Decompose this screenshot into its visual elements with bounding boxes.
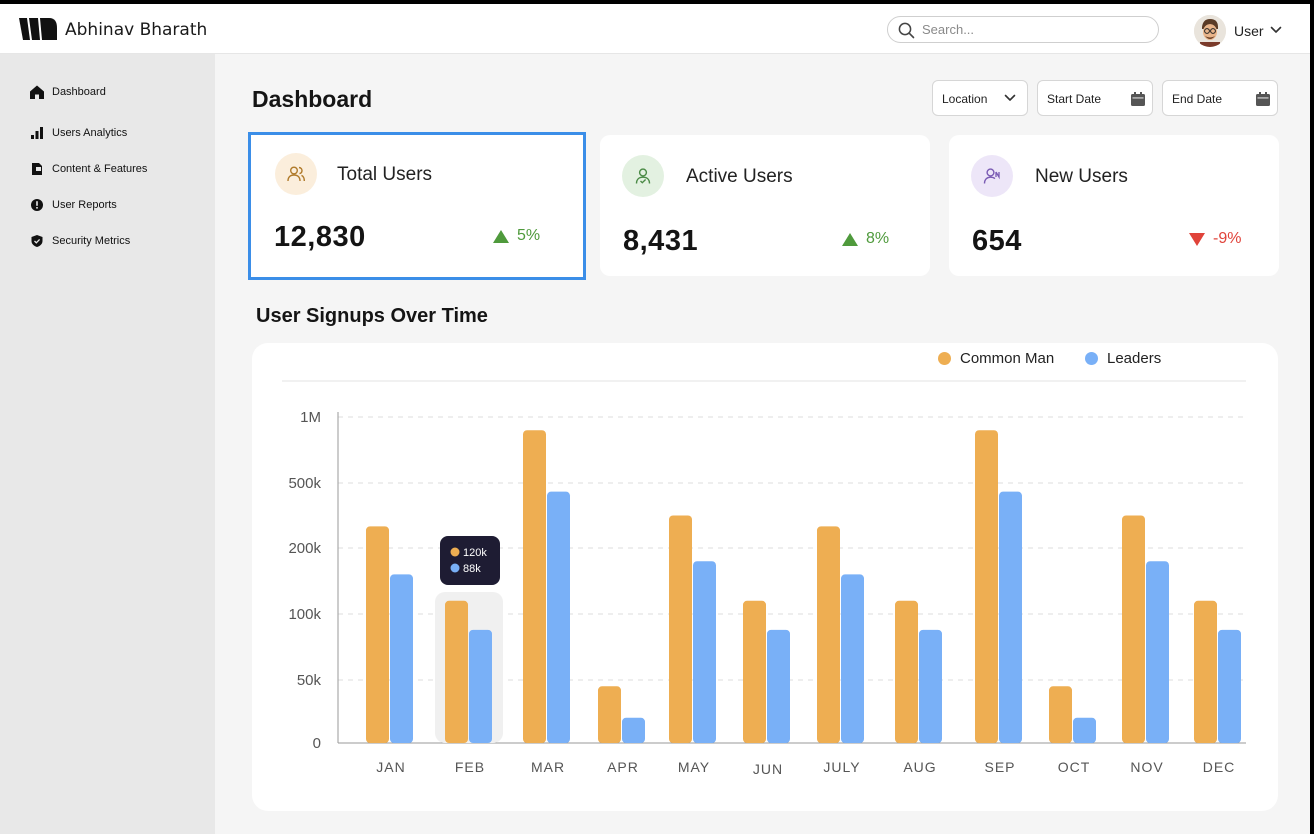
bar-common-man [817,526,840,743]
bar-leaders [1146,561,1169,743]
x-tick-label: JUN [753,761,783,777]
bar-leaders [693,561,716,743]
x-tick-label: DEC [1203,759,1236,775]
bar-common-man [523,430,546,743]
app-window: Abhinav Bharath User [0,4,1310,834]
bar-chart: 0 50k 100k 200k 500k 1M JAN FEB MAR APR MAY JUN JULY… [282,380,1246,777]
y-tick-label: 1M [300,409,321,426]
bar-leaders [469,629,492,743]
bar-leaders [622,717,645,743]
bar-common-man [598,686,621,743]
y-tick-label: 200k [288,540,321,557]
bar-common-man [445,600,468,743]
bar-leaders [1218,629,1241,743]
bar-leaders [841,574,864,743]
x-tick-label: AUG [903,759,936,775]
y-tick-label: 100k [288,606,321,623]
bar-common-man [975,430,998,743]
x-tick-label: NOV [1130,759,1163,775]
bar-leaders [919,629,942,743]
bar-leaders [390,574,413,743]
bar-common-man [1194,600,1217,743]
x-tick-label: APR [607,759,639,775]
x-tick-label: SEP [984,759,1015,775]
bar-common-man [366,526,389,743]
bar-leaders [999,491,1022,743]
x-tick-label: FEB [455,759,485,775]
y-tick-label: 50k [297,672,322,689]
tooltip-dot [450,547,460,557]
bar-leaders [767,629,790,743]
tooltip-value: 88k [463,563,481,575]
tooltip-box [440,536,500,585]
x-tick-label: JAN [376,759,405,775]
tooltip-dot [450,563,460,573]
x-tick-label: MAY [678,759,710,775]
bar-common-man [743,600,766,743]
x-tick-label: OCT [1058,759,1091,775]
y-tick-label: 500k [288,475,321,492]
bar-common-man [1049,686,1072,743]
x-tick-label: JULY [823,759,860,775]
bar-common-man [669,515,692,743]
tooltip-value: 120k [463,547,487,559]
bar-leaders [547,491,570,743]
x-tick-label: MAR [531,759,565,775]
y-tick-label: 0 [313,735,321,752]
chart-tooltip: 120k 88k [440,536,500,585]
bar-leaders [1073,717,1096,743]
bar-common-man [895,600,918,743]
bar-common-man [1122,515,1145,743]
